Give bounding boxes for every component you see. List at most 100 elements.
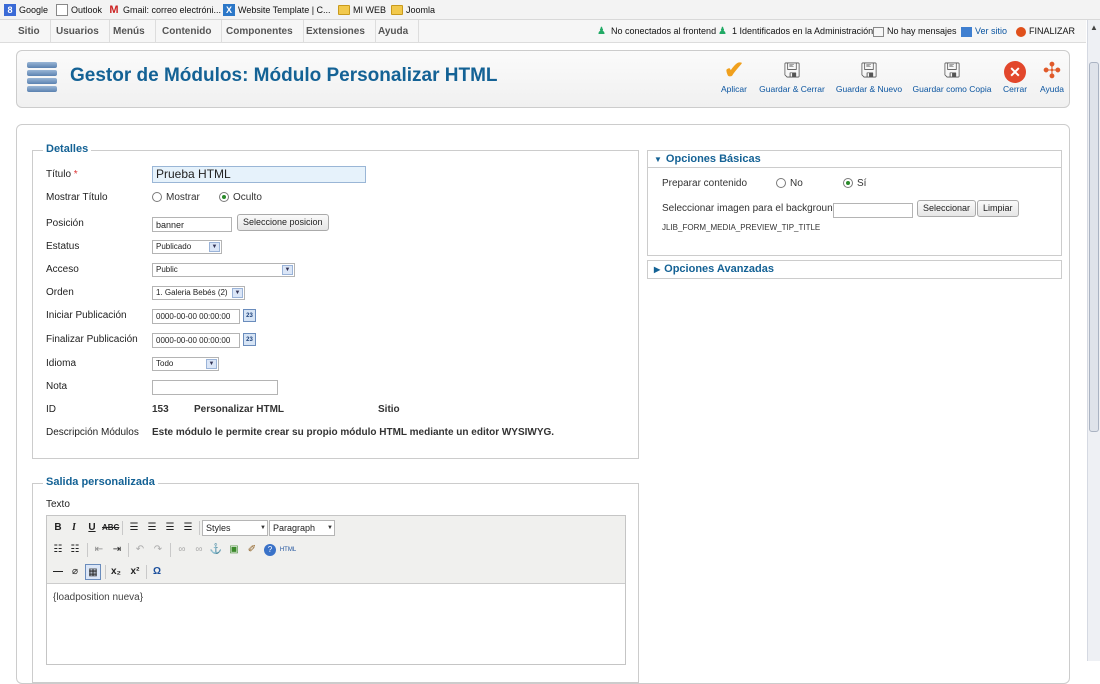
underline-icon[interactable]: U	[84, 520, 100, 536]
horizontal-rule-icon[interactable]: —	[50, 564, 66, 580]
calendar-icon[interactable]: 23	[243, 309, 256, 322]
users-icon: ♟	[597, 25, 606, 37]
bookmark-gmail[interactable]: M Gmail: correo electróni...	[108, 3, 221, 17]
redo-icon[interactable]: ↷	[150, 542, 166, 558]
publish-up-input[interactable]: 0000-00-00 00:00:00	[152, 309, 240, 324]
status-messages[interactable]: No hay mensajes	[873, 20, 957, 43]
html-source-icon[interactable]: HTML	[279, 542, 297, 558]
order-select[interactable]: 1. Galeria Bebés (2) ▼	[152, 286, 245, 300]
access-select[interactable]: Public ▼	[152, 263, 295, 277]
language-label: Idioma	[46, 358, 77, 369]
chevron-down-icon: ▼	[232, 288, 243, 298]
apply-button[interactable]: ✔ Aplicar	[718, 58, 750, 95]
status-select[interactable]: Publicado ▼	[152, 240, 222, 254]
media-preview-tip: JLIB_FORM_MEDIA_PREVIEW_TIP_TITLE	[662, 223, 821, 232]
message-icon	[873, 26, 884, 37]
numbered-list-icon[interactable]: ☷	[67, 542, 83, 558]
help-button[interactable]: ✣ Ayuda	[1038, 58, 1066, 94]
strikethrough-icon[interactable]: ABC	[102, 520, 119, 536]
view-site-link[interactable]: Ver sitio	[961, 20, 1007, 43]
folder-icon	[338, 5, 350, 15]
bookmark-mi-web[interactable]: MI WEB	[338, 3, 386, 17]
scroll-up-arrow-icon[interactable]: ▲	[1088, 21, 1100, 35]
save-copy-icon: 🖫	[943, 60, 961, 82]
module-id: 153	[152, 404, 169, 415]
save-close-button[interactable]: 🖫 Guardar & Cerrar	[759, 58, 825, 94]
google-icon: 8	[4, 4, 16, 16]
advanced-options-header[interactable]: ▶ Opciones Avanzadas	[647, 260, 1062, 279]
align-justify-icon[interactable]: ☰	[180, 520, 196, 536]
undo-icon[interactable]: ↶	[132, 542, 148, 558]
title-input[interactable]: Prueba HTML	[152, 166, 366, 183]
show-title-label: Mostrar Título	[46, 192, 108, 203]
close-button[interactable]: ✕ Cerrar	[1001, 58, 1029, 94]
menu-ayuda[interactable]: Ayuda	[368, 20, 420, 43]
format-dropdown[interactable]: Paragraph ▼	[269, 520, 335, 536]
special-character-icon[interactable]: Ω	[149, 564, 165, 580]
editor-content[interactable]: {loadposition nueva}	[53, 592, 143, 603]
anchor-icon[interactable]: ⚓	[208, 542, 224, 558]
language-select[interactable]: Todo ▼	[152, 357, 219, 371]
menu-componentes[interactable]: Componentes	[216, 20, 304, 43]
subscript-icon[interactable]: x₂	[108, 564, 124, 580]
align-left-icon[interactable]: ☰	[126, 520, 142, 536]
toolbar-separator	[105, 565, 106, 579]
menu-extensiones[interactable]: Extensiones	[296, 20, 376, 43]
publish-down-input[interactable]: 0000-00-00 00:00:00	[152, 333, 240, 348]
select-position-button[interactable]: Seleccione posicion	[237, 214, 329, 231]
module-description: Este módulo le permite crear su propio m…	[152, 427, 555, 438]
align-center-icon[interactable]: ☰	[144, 520, 160, 536]
show-title-radio-hide[interactable]: Oculto	[219, 192, 262, 203]
styles-dropdown[interactable]: Styles ▼	[202, 520, 268, 536]
bullet-list-icon[interactable]: ☷	[50, 542, 66, 558]
calendar-icon[interactable]: 23	[243, 333, 256, 346]
prepare-radio-yes[interactable]: Sí	[843, 178, 866, 189]
align-right-icon[interactable]: ☰	[162, 520, 178, 536]
menu-menus[interactable]: Menús	[103, 20, 156, 43]
show-title-radio-show[interactable]: Mostrar	[152, 192, 200, 203]
position-input[interactable]: banner	[152, 217, 232, 232]
clear-image-button[interactable]: Limpiar	[977, 200, 1019, 217]
title-label: Título *	[46, 169, 78, 180]
unlink-icon[interactable]: ∞	[191, 542, 207, 558]
template-icon: X	[223, 4, 235, 16]
visual-aid-icon[interactable]: ▦	[85, 564, 101, 580]
folder-icon	[391, 5, 403, 15]
indent-icon[interactable]: ⇥	[109, 542, 125, 558]
bookmark-google[interactable]: 8 Google	[4, 3, 48, 17]
prepare-radio-no[interactable]: No	[776, 178, 803, 189]
bold-icon[interactable]: B	[50, 520, 66, 536]
note-input[interactable]	[152, 380, 278, 395]
basic-options-header[interactable]: ▼ Opciones Básicas	[647, 150, 1062, 168]
save-new-button[interactable]: 🖫 Guardar & Nuevo	[835, 58, 903, 94]
publish-down-label: Finalizar Publicación	[46, 334, 138, 345]
image-icon[interactable]: ▣	[226, 542, 242, 558]
page-icon	[56, 4, 68, 16]
italic-icon[interactable]: I	[66, 520, 82, 536]
help-icon[interactable]: ?	[264, 544, 276, 556]
cleanup-icon[interactable]: ✐	[244, 542, 260, 558]
remove-format-icon[interactable]: ⌀	[67, 564, 83, 580]
scrollbar-thumb[interactable]	[1089, 62, 1099, 432]
logout-link[interactable]: FINALIZAR	[1016, 20, 1075, 43]
bookmark-website-template[interactable]: X Website Template | C...	[223, 3, 331, 17]
select-image-button[interactable]: Seleccionar	[917, 200, 977, 217]
details-fieldset	[32, 150, 639, 459]
background-image-input[interactable]	[833, 203, 913, 218]
outdent-icon[interactable]: ⇤	[91, 542, 107, 558]
save-copy-button[interactable]: 🖫 Guardar como Copia	[912, 58, 992, 94]
chevron-down-icon: ▼	[327, 525, 333, 531]
status-label: Estatus	[46, 241, 80, 252]
status-frontend: ♟ No conectados al frontend	[597, 25, 717, 37]
link-icon[interactable]: ∞	[174, 542, 190, 558]
menu-sitio[interactable]: Sitio	[8, 20, 51, 43]
menu-usuarios[interactable]: Usuarios	[46, 20, 110, 43]
bookmark-outlook[interactable]: Outlook	[56, 3, 102, 17]
radio-checked-icon	[843, 178, 853, 189]
menu-contenido[interactable]: Contenido	[152, 20, 223, 43]
superscript-icon[interactable]: x²	[127, 564, 143, 580]
bookmark-joomla[interactable]: Joomla	[391, 3, 435, 17]
save-new-icon: 🖫	[860, 60, 878, 82]
save-icon: 🖫	[783, 60, 801, 82]
toolbar-separator	[87, 543, 88, 557]
